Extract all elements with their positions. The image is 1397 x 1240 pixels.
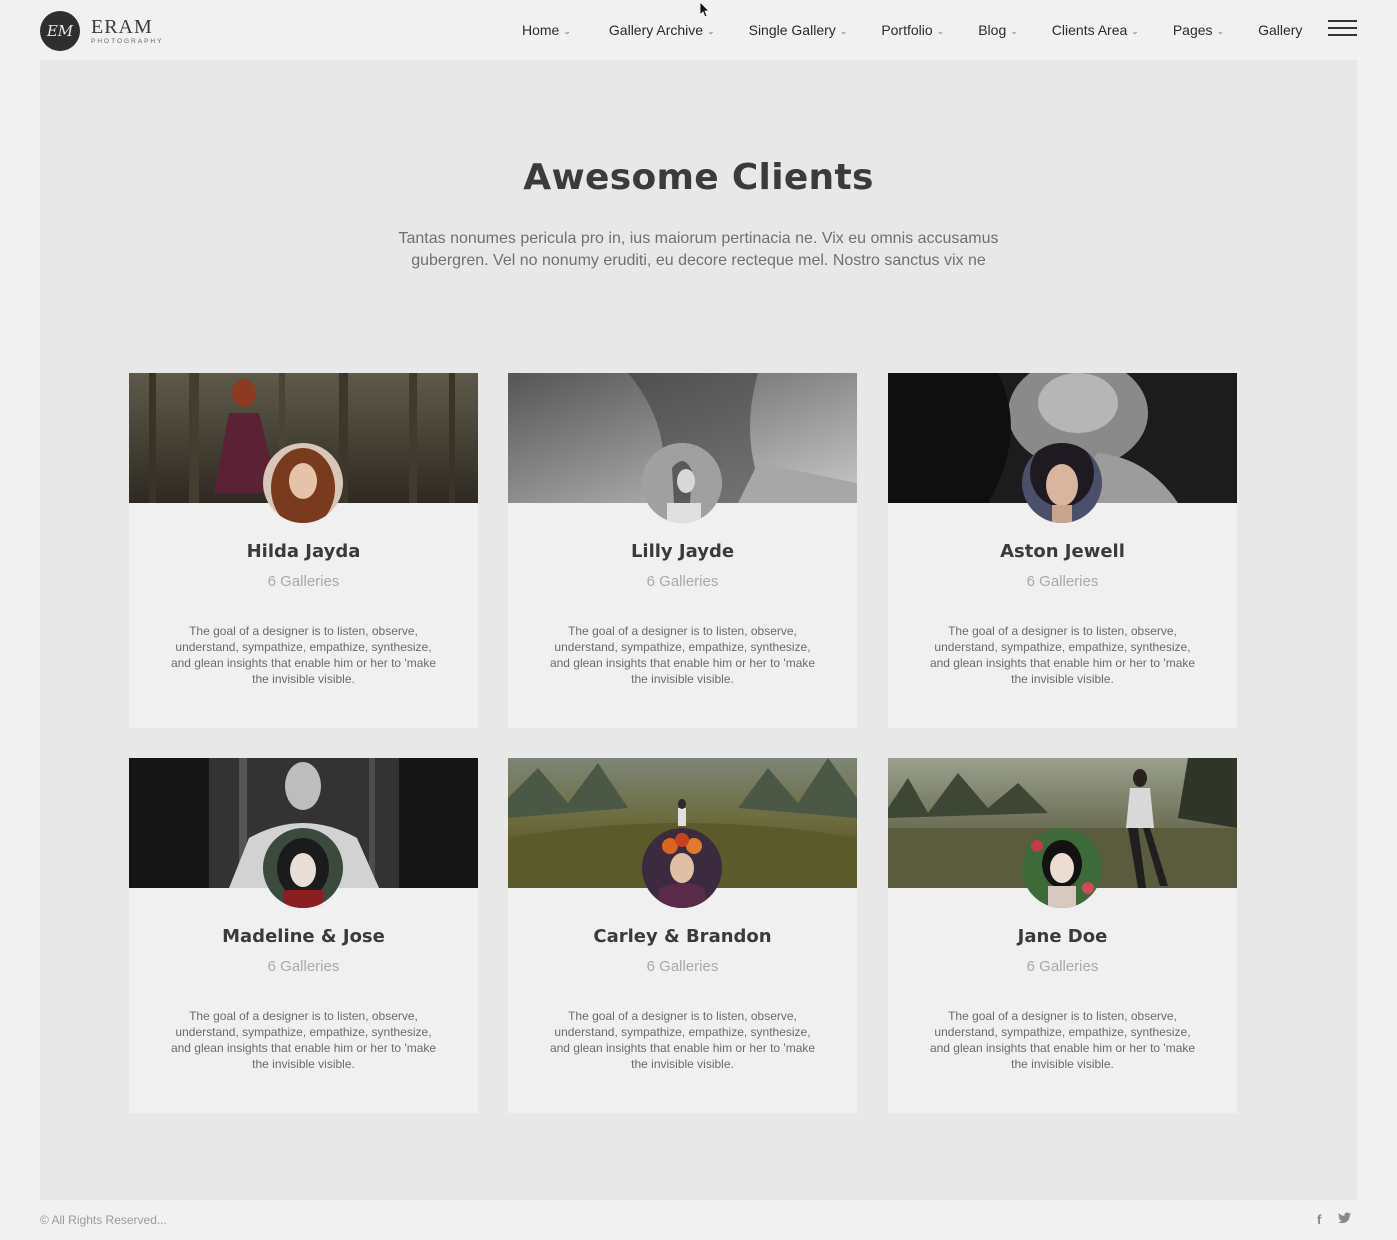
nav-item-label: Home (522, 22, 560, 38)
nav-item-gallery[interactable]: Gallery (1258, 20, 1302, 40)
client-avatar[interactable] (642, 443, 722, 523)
client-card[interactable]: Hilda Jayda 6 Galleries The goal of a de… (129, 373, 478, 728)
client-avatar[interactable] (263, 443, 343, 523)
copyright-text: © All Rights Reserved... (40, 1213, 167, 1227)
mouse-cursor-icon (700, 2, 710, 18)
client-avatar[interactable] (1022, 443, 1102, 523)
nav-item-gallery-archive[interactable]: Gallery Archive ⌄ (609, 20, 715, 40)
client-description: The goal of a designer is to listen, obs… (549, 624, 816, 686)
chevron-down-icon: ⌄ (563, 25, 571, 36)
site-logo[interactable]: EM ERAM PHOTOGRAPHY (40, 11, 163, 51)
nav-item-clients-area[interactable]: Clients Area ⌄ (1052, 20, 1139, 40)
nav-item-blog[interactable]: Blog ⌄ (978, 20, 1018, 40)
gallery-count: 6 Galleries (646, 958, 719, 975)
chevron-down-icon: ⌄ (1216, 25, 1225, 36)
hamburger-icon[interactable] (1328, 20, 1357, 38)
page-title: Awesome Clients (523, 157, 874, 198)
nav-item-label: Gallery Archive (608, 22, 704, 38)
nav-item-pages[interactable]: Pages ⌄ (1173, 20, 1224, 40)
logo-wordmark: ERAM PHOTOGRAPHY (91, 15, 164, 45)
gallery-count: 6 Galleries (1026, 958, 1099, 975)
gallery-count: 6 Galleries (1026, 573, 1099, 590)
site-footer: © All Rights Reserved... f (0, 1200, 1397, 1240)
chevron-down-icon: ⌄ (839, 25, 848, 36)
gallery-count: 6 Galleries (267, 958, 340, 975)
nav-item-label: Single Gallery (748, 22, 836, 38)
client-avatar[interactable] (642, 828, 722, 908)
client-description: The goal of a designer is to listen, obs… (929, 1009, 1196, 1071)
nav-item-label: Clients Area (1051, 22, 1128, 38)
brand-tagline: PHOTOGRAPHY (91, 37, 164, 45)
nav-item-label: Gallery (1258, 22, 1303, 38)
client-description: The goal of a designer is to listen, obs… (549, 1009, 816, 1071)
client-description: The goal of a designer is to listen, obs… (170, 624, 437, 686)
chevron-down-icon: ⌄ (1010, 25, 1018, 36)
client-card[interactable]: Madeline & Jose 6 Galleries The goal of … (129, 758, 478, 1113)
gallery-count: 6 Galleries (267, 573, 340, 590)
client-card[interactable]: Aston Jewell 6 Galleries The goal of a d… (888, 373, 1237, 728)
client-description: The goal of a designer is to listen, obs… (170, 1009, 437, 1071)
client-card[interactable]: Jane Doe 6 Galleries The goal of a desig… (888, 758, 1237, 1113)
client-name[interactable]: Jane Doe (888, 926, 1237, 947)
client-name[interactable]: Carley & Brandon (508, 926, 857, 947)
client-name[interactable]: Hilda Jayda (129, 541, 478, 562)
client-card[interactable]: Lilly Jayde 6 Galleries The goal of a de… (508, 373, 857, 728)
client-card[interactable]: Carley & Brandon 6 Galleries The goal of… (508, 758, 857, 1113)
chevron-down-icon: ⌄ (1131, 25, 1139, 36)
client-name[interactable]: Aston Jewell (888, 541, 1237, 562)
client-avatar[interactable] (1022, 828, 1102, 908)
chevron-down-icon: ⌄ (936, 25, 945, 36)
nav-item-label: Blog (978, 22, 1007, 38)
facebook-icon[interactable]: f (1317, 1212, 1321, 1227)
nav-item-home[interactable]: Home ⌄ (522, 20, 571, 40)
nav-item-label: Portfolio (881, 22, 933, 38)
site-header: EM ERAM PHOTOGRAPHY Home ⌄ Gallery Archi… (0, 0, 1397, 60)
page-intro: Tantas nonumes pericula pro in, ius maio… (398, 230, 999, 269)
gallery-count: 6 Galleries (646, 573, 719, 590)
chevron-down-icon: ⌄ (707, 25, 715, 36)
logo-monogram: EM (40, 11, 80, 51)
nav-item-single-gallery[interactable]: Single Gallery ⌄ (749, 20, 848, 40)
nav-item-label: Pages (1172, 22, 1213, 38)
brand-name: ERAM (91, 15, 153, 38)
client-name[interactable]: Lilly Jayde (508, 541, 857, 562)
client-name[interactable]: Madeline & Jose (129, 926, 478, 947)
main-nav: Home ⌄ Gallery Archive ⌄ Single Gallery … (522, 20, 1302, 40)
client-description: The goal of a designer is to listen, obs… (929, 624, 1196, 686)
clients-section: Awesome Clients Tantas nonumes pericula … (40, 60, 1357, 1200)
nav-item-portfolio[interactable]: Portfolio ⌄ (881, 20, 944, 40)
client-avatar[interactable] (263, 828, 343, 908)
twitter-icon[interactable] (1338, 1212, 1351, 1227)
